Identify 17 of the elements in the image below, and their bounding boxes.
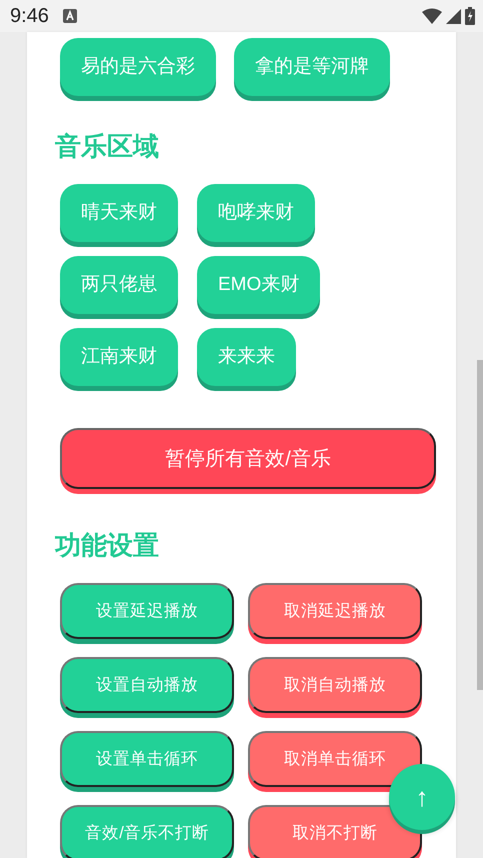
lottery-button[interactable]: 易的是六合彩 — [60, 38, 216, 96]
music-button[interactable]: 两只佬崽 — [60, 256, 178, 314]
music-button[interactable]: EMO来财 — [197, 256, 320, 314]
music-button[interactable]: 来来来 — [197, 328, 296, 386]
music-button[interactable]: 咆哮来财 — [197, 184, 315, 242]
lottery-button[interactable]: 拿的是等河牌 — [234, 38, 390, 96]
music-button[interactable]: 晴天来财 — [60, 184, 178, 242]
status-time: 9:46 — [10, 4, 49, 29]
wifi-icon — [422, 8, 442, 24]
section-heading: 音乐区域 — [55, 130, 160, 163]
signal-icon — [446, 8, 461, 24]
cancel-button[interactable]: 取消不打断 — [248, 805, 422, 858]
setting-button[interactable]: 音效/音乐不打断 — [60, 805, 234, 858]
music-button[interactable]: 江南来财 — [60, 328, 178, 386]
notification-icon — [62, 9, 77, 23]
section-heading: 功能设置 — [55, 529, 160, 562]
battery-icon — [465, 7, 475, 25]
